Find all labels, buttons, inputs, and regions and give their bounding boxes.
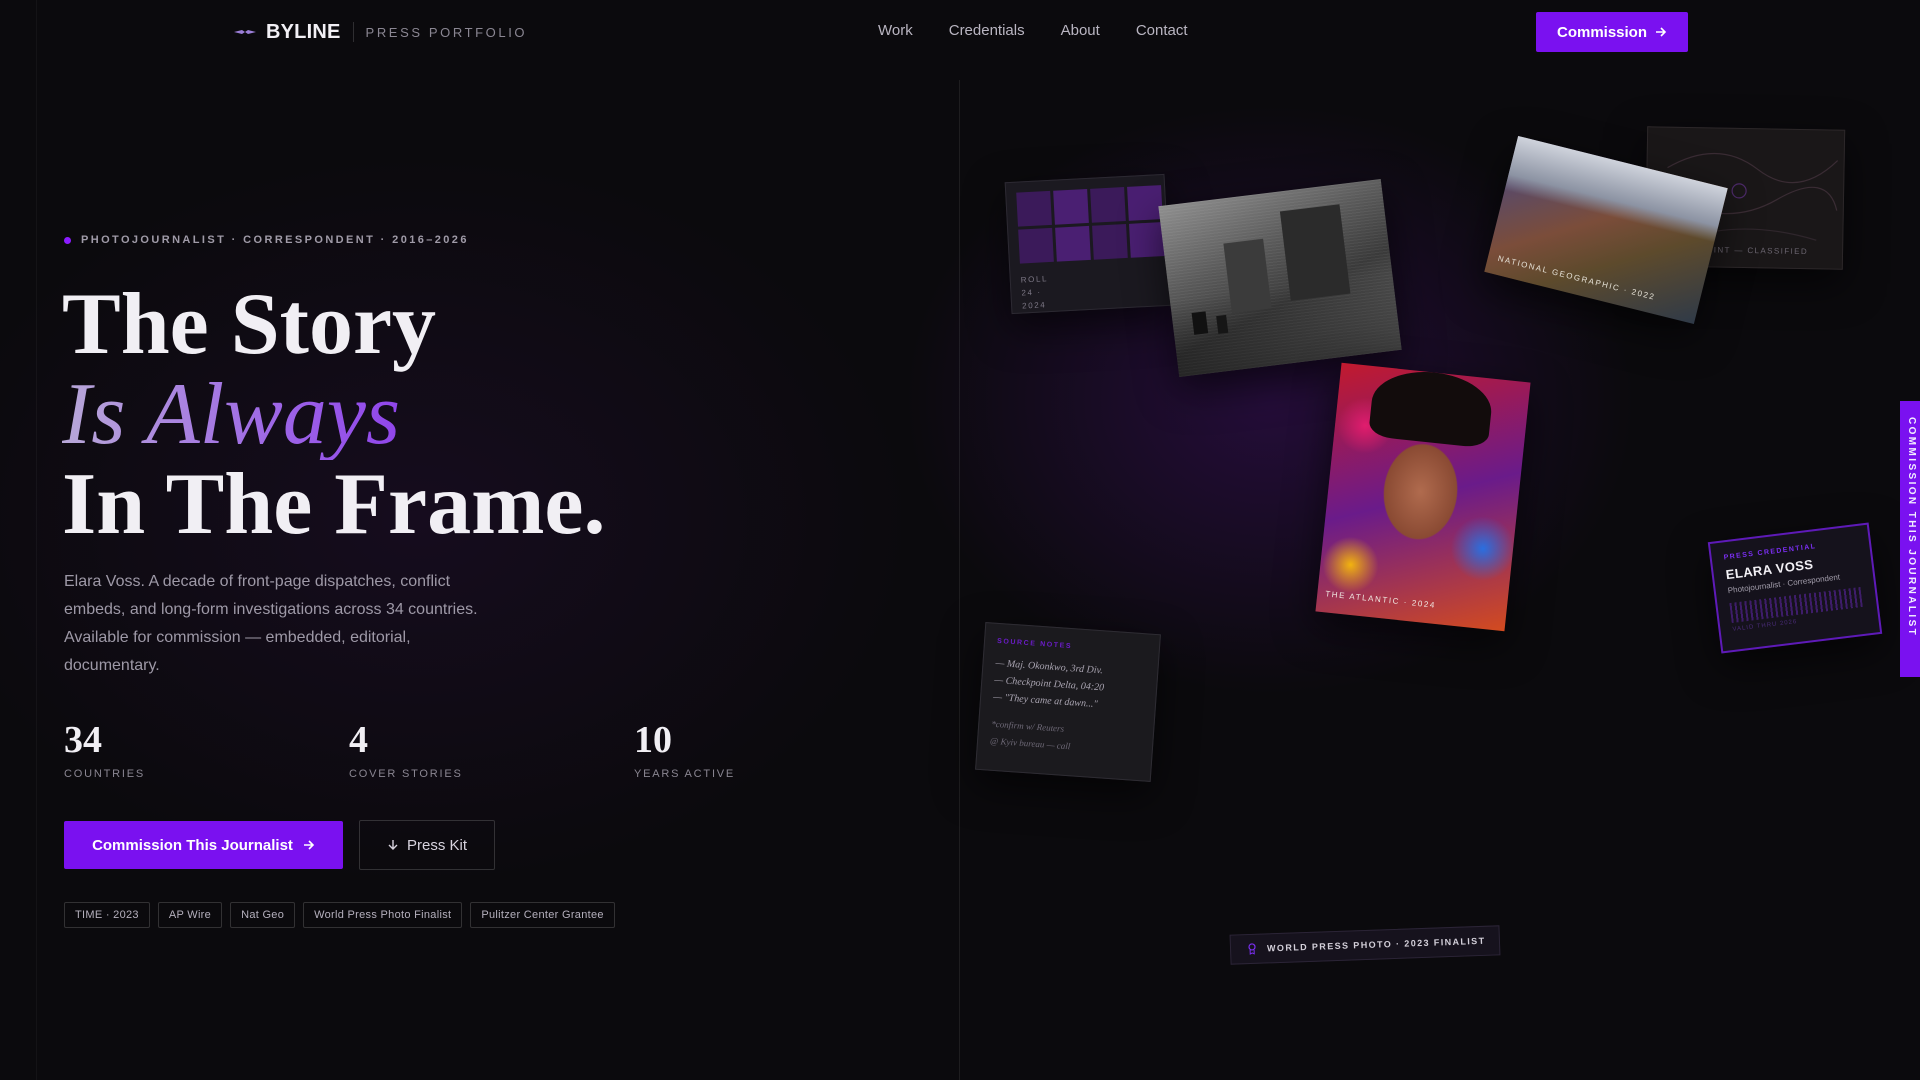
portrait-caption: THE ATLANTIC · 2024 — [1324, 589, 1437, 610]
left-guide-line — [36, 0, 37, 1080]
nav-link-contact[interactable]: Contact — [1136, 22, 1188, 39]
portrait-hair-shape — [1368, 366, 1495, 449]
stat-countries: 34 COUNTRIES — [64, 718, 324, 780]
award-ribbon: WORLD PRESS PHOTO · 2023 FINALIST — [1229, 925, 1501, 965]
notes-heading: SOURCE NOTES — [996, 637, 1073, 651]
hero-eyebrow: PHOTOJOURNALIST · CORRESPONDENT · 2016–2… — [64, 234, 469, 246]
brand[interactable]: BYLINE PRESS PORTFOLIO — [234, 18, 527, 46]
nav-link-credentials[interactable]: Credentials — [949, 22, 1025, 39]
brand-name: BYLINE — [266, 20, 341, 43]
source-notes-card: SOURCE NOTES — Maj. Okonkwo, 3rd Div. — … — [975, 622, 1161, 782]
headline-line-1: The Story — [62, 276, 436, 373]
award-ribbon-label: WORLD PRESS PHOTO · 2023 FINALIST — [1266, 935, 1486, 954]
headline-line-3: In The Frame. — [62, 456, 606, 553]
arrow-down-icon — [388, 840, 398, 850]
publication-tags: TIME · 2023 AP Wire Nat Geo World Press … — [64, 902, 615, 928]
stat-value: 34 — [64, 719, 102, 761]
press-kit-label: Press Kit — [406, 836, 467, 854]
commission-journalist-button[interactable]: Commission This Journalist — [64, 821, 343, 869]
top-nav: BYLINE PRESS PORTFOLIO Work Credentials … — [0, 0, 1920, 64]
brand-mark-icon — [234, 30, 256, 34]
eyebrow-dot — [64, 236, 71, 244]
stat-value: 4 — [349, 719, 368, 761]
stat-label: YEARS ACTIVE — [634, 768, 736, 780]
stat-label: COUNTRIES — [64, 768, 145, 780]
side-commission-tab[interactable]: COMMISSION THIS JOURNALIST — [1900, 401, 1920, 677]
stat-value: 10 — [634, 719, 672, 761]
commission-button[interactable]: Commission — [1536, 12, 1688, 52]
nav-links: Work Credentials About Contact — [878, 22, 1188, 39]
hero-lede: Elara Voss. A decade of front-page dispa… — [64, 573, 478, 674]
conflict-photo-card — [1158, 178, 1402, 378]
map-caption: INT — CLASSIFIED — [1713, 245, 1809, 257]
stat-cover-stories: 4 COVER STORIES — [349, 718, 609, 780]
tag-ap-wire: AP Wire — [157, 902, 223, 928]
arrow-right-icon — [303, 840, 315, 850]
contact-sheet-label: ROLL 24 · 2024 — [1020, 274, 1049, 311]
commission-journalist-label: Commission This Journalist — [92, 836, 293, 854]
hero-headline: The Story Is Always In The Frame. — [62, 280, 605, 550]
side-tab-label: COMMISSION THIS JOURNALIST — [1906, 417, 1917, 638]
medal-icon — [1248, 943, 1256, 955]
tag-nat-geo: Nat Geo — [230, 902, 296, 928]
tag-pulitzer-center: Pulitzer Center Grantee — [470, 902, 615, 928]
contact-sheet-card: ROLL 24 · 2024 — [1004, 173, 1172, 315]
nav-link-about[interactable]: About — [1061, 22, 1100, 39]
stat-years-active: 10 YEARS ACTIVE — [634, 718, 894, 780]
commission-button-label: Commission — [1556, 23, 1647, 41]
stat-label: COVER STORIES — [349, 768, 463, 780]
hero-divider — [959, 80, 960, 1080]
press-credential-card: PRESS CREDENTIAL ELARA VOSS Photojournal… — [1707, 522, 1883, 654]
contact-sheet-frames — [1016, 185, 1165, 264]
press-kit-button[interactable]: Press Kit — [359, 820, 495, 870]
brand-separator — [352, 22, 354, 42]
tag-world-press-photo: World Press Photo Finalist — [303, 902, 463, 928]
landscape-caption: NATIONAL GEOGRAPHIC · 2022 — [1496, 253, 1657, 302]
arrow-right-icon — [1656, 27, 1667, 37]
tag-time: TIME · 2023 — [64, 902, 150, 928]
portrait-photo-card: THE ATLANTIC · 2024 — [1315, 362, 1531, 632]
brand-subtitle: PRESS PORTFOLIO — [365, 24, 528, 40]
nav-link-work[interactable]: Work — [878, 22, 913, 39]
headline-line-2: Is Always — [62, 370, 605, 460]
eyebrow-text: PHOTOJOURNALIST · CORRESPONDENT · 2016–2… — [81, 234, 469, 246]
